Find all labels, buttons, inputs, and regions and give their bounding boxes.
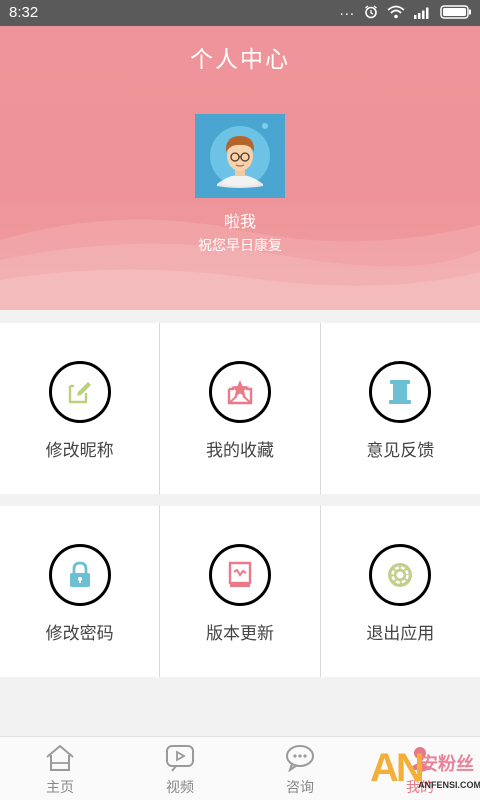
scroll-icon: [389, 380, 412, 404]
battery-icon: [440, 5, 471, 19]
status-icons: ...: [340, 5, 472, 19]
signal-icon: [414, 7, 429, 19]
user-tagline: 祝您早日康复: [198, 238, 282, 254]
watermark-logo: AN: [370, 746, 425, 790]
menu-row-1: 修改昵称 我的收藏 意见反馈: [0, 323, 480, 494]
nav-label: 视频: [166, 780, 194, 796]
wifi-icon: [387, 5, 405, 19]
menu-row-2: 修改密码 版本更新 退出应用: [0, 506, 480, 677]
watermark-text: 安粉丝: [420, 754, 474, 774]
watermark: AN 安粉丝 ANFENSI.COM: [368, 740, 480, 800]
menu-item-exit-app[interactable]: 退出应用: [321, 506, 480, 677]
menu-label: 我的收藏: [205, 441, 274, 461]
favorite-star-icon: [227, 380, 253, 405]
chat-icon: [286, 745, 314, 772]
alarm-icon: [365, 5, 377, 19]
user-nickname: 啦我: [223, 212, 256, 231]
watermark-url: ANFENSI.COM: [418, 780, 480, 790]
edit-icon: [68, 382, 91, 404]
gear-icon: [388, 563, 413, 587]
lock-icon-circle: [48, 544, 111, 606]
nav-label: 主页: [46, 780, 74, 796]
menu-label: 退出应用: [366, 624, 435, 644]
avatar[interactable]: [195, 114, 285, 198]
status-time: 8:32: [9, 4, 39, 21]
favorite-icon-circle: [208, 361, 271, 423]
nav-home[interactable]: 主页: [0, 737, 120, 800]
menu-label: 意见反馈: [366, 441, 435, 461]
menu-label: 修改昵称: [45, 441, 114, 461]
update-icon: [228, 561, 252, 587]
edit-icon-circle: [48, 361, 111, 423]
menu-label: 修改密码: [45, 624, 114, 644]
menu-item-version-update[interactable]: 版本更新: [160, 506, 321, 677]
menu-item-favorites[interactable]: 我的收藏: [160, 323, 321, 494]
user-avatar-icon: [210, 123, 270, 188]
profile-header: 个人中心 啦我 祝您早日康复: [0, 26, 480, 310]
lock-icon: [69, 561, 90, 587]
menu-item-feedback[interactable]: 意见反馈: [321, 323, 480, 494]
exit-icon-circle: [369, 544, 432, 606]
video-icon: [166, 745, 194, 772]
status-bar: 8:32 ...: [0, 0, 480, 26]
feedback-icon-circle: [369, 361, 432, 423]
page-title: 个人中心: [190, 47, 290, 73]
notification-dots: ...: [339, 4, 355, 19]
menu-item-change-password[interactable]: 修改密码: [0, 506, 161, 677]
menu-item-edit-nickname[interactable]: 修改昵称: [0, 323, 161, 494]
menu-label: 版本更新: [205, 624, 274, 644]
nav-consult[interactable]: 咨询: [240, 737, 360, 800]
nav-video[interactable]: 视频: [120, 737, 240, 800]
nav-label: 咨询: [286, 780, 314, 796]
update-icon-circle: [208, 544, 271, 606]
home-icon: [46, 744, 74, 771]
